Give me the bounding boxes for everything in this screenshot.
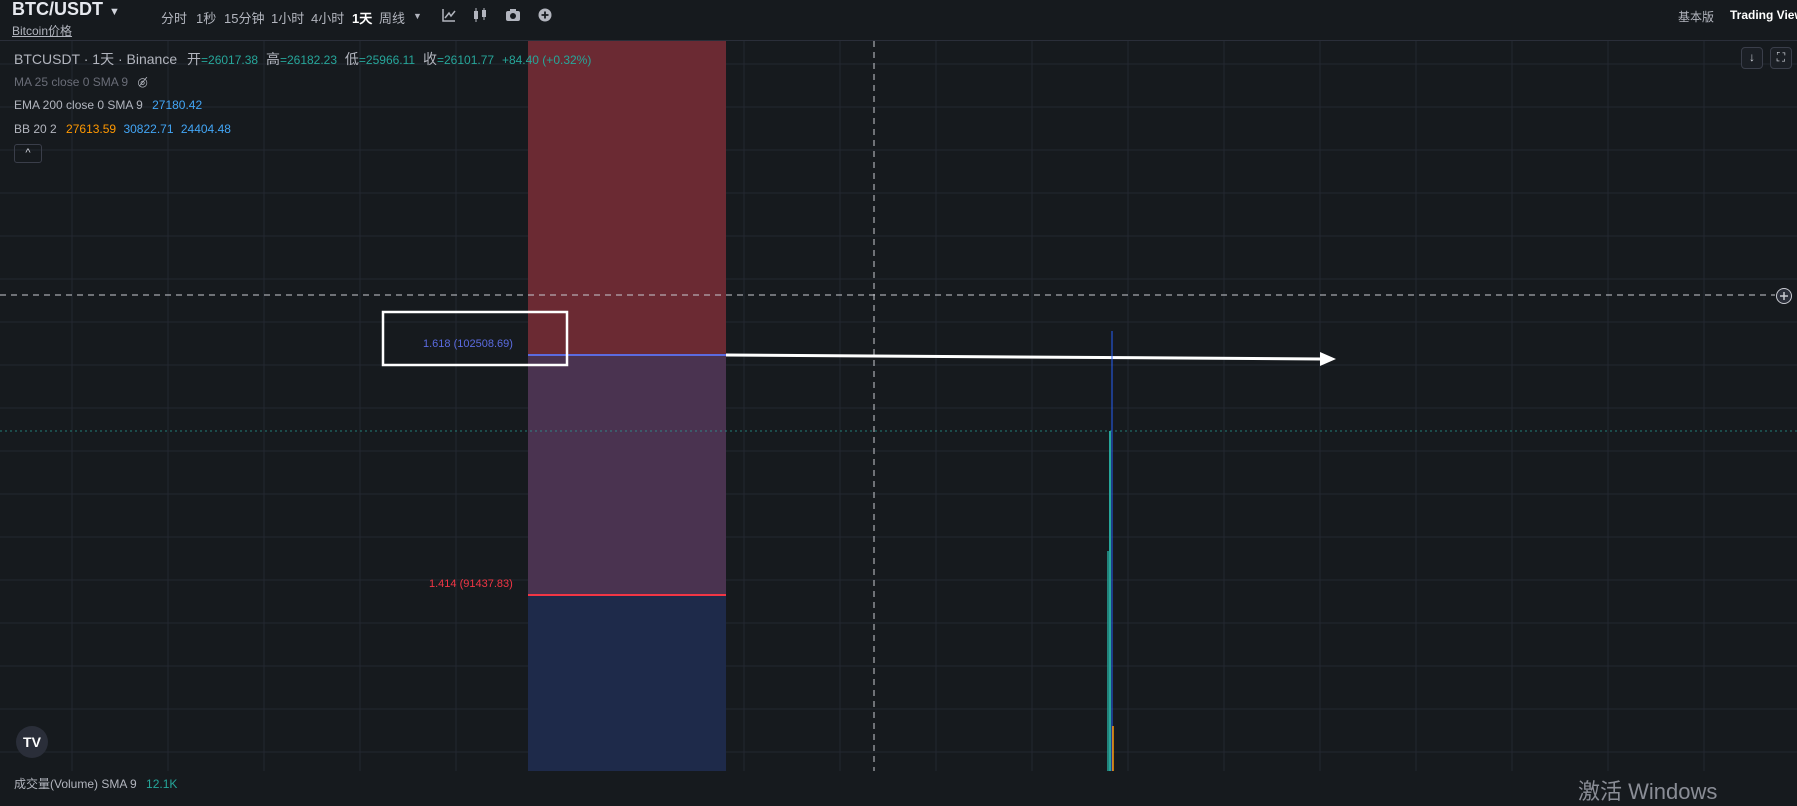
tradingview-logo-icon[interactable]: TV xyxy=(16,726,48,758)
timeframe-15m[interactable]: 15分钟 xyxy=(224,8,264,27)
high-value: =26182.23 xyxy=(279,53,338,67)
volume-value: 12.1K xyxy=(146,777,178,791)
fib-zone-red xyxy=(528,41,726,355)
fib-zone-purple xyxy=(528,355,726,595)
symbol-selector[interactable]: BTC/USDT ▼ xyxy=(12,0,120,20)
annotation-arrow xyxy=(725,353,1323,361)
bb-mid-value: 27613.59 xyxy=(66,122,117,136)
plus-icon[interactable] xyxy=(536,6,554,24)
timeframe-tick[interactable]: 分时 xyxy=(161,8,187,27)
bb-lower-value: 24404.48 xyxy=(180,122,231,136)
timeframe-1h[interactable]: 1小时 xyxy=(271,8,304,27)
trading-view-toggle[interactable]: Trading View xyxy=(1730,8,1797,22)
close-value: =26101.77 xyxy=(436,53,495,67)
ema-text: EMA 200 close 0 SMA 9 xyxy=(14,98,143,112)
volume-pane: 成交量(Volume) SMA 9 12.1K xyxy=(0,771,1797,793)
symbol-subtitle-link[interactable]: Bitcoin价格 xyxy=(12,22,72,39)
ema-legend[interactable]: EMA 200 close 0 SMA 9 27180.42 xyxy=(14,98,202,112)
low-value: =25966.11 xyxy=(358,53,416,67)
annotation-arrowhead xyxy=(1320,352,1336,366)
high-label: 高 xyxy=(265,51,280,67)
fib-zone-blue xyxy=(528,595,726,771)
close-label: 收 xyxy=(422,51,437,67)
bb-legend[interactable]: BB 20 2 27613.59 30822.71 24404.48 xyxy=(14,122,231,136)
chart-grid xyxy=(0,41,1797,771)
fullscreen-icon[interactable]: ⛶ xyxy=(1770,47,1792,69)
eye-off-icon[interactable]: ◎̸ xyxy=(137,75,147,89)
top-toolbar: BTC/USDT ▼ Bitcoin价格 分时 1秒 15分钟 1小时 4小时 1… xyxy=(0,0,1797,41)
timeframe-1s[interactable]: 1秒 xyxy=(196,8,216,27)
change-value: +84.40 (+0.32%) xyxy=(501,53,592,67)
ma-legend[interactable]: MA 25 close 0 SMA 9 ◎̸ xyxy=(14,75,148,89)
crosshair-plus-icon[interactable] xyxy=(1775,287,1793,305)
timeframe-dropdown-icon[interactable]: ▼ xyxy=(413,11,422,21)
caret-down-icon[interactable]: ▼ xyxy=(109,6,120,18)
camera-icon[interactable] xyxy=(504,6,522,24)
basic-version-toggle[interactable]: 基本版 xyxy=(1678,8,1714,25)
symbol-title: BTC/USDT xyxy=(12,0,103,19)
open-value: =26017.38 xyxy=(201,53,259,67)
price-chart[interactable] xyxy=(0,41,1797,771)
fib-label-1618: 1.618 (102508.69) xyxy=(423,338,513,350)
volume-legend: 成交量(Volume) SMA 9 12.1K xyxy=(14,775,177,792)
bb-upper-value: 30822.71 xyxy=(123,122,174,136)
chevron-up-icon[interactable]: ^ xyxy=(14,144,42,163)
windows-activation-watermark: 激活 Windows xyxy=(1578,779,1718,804)
low-label: 低 xyxy=(344,51,359,67)
indicator-icon[interactable] xyxy=(440,6,458,24)
ohlc-legend: BTCUSDT · 1天 · Binance 开=26017.38 高=2618… xyxy=(14,49,591,69)
volume-text: 成交量(Volume) SMA 9 xyxy=(14,777,137,791)
ema-value: 27180.42 xyxy=(152,98,203,112)
timeframe-4h[interactable]: 4小时 xyxy=(311,8,344,27)
open-label: 开 xyxy=(187,51,202,67)
fib-label-1414: 1.414 (91437.83) xyxy=(429,578,513,590)
timeframe-1d[interactable]: 1天 xyxy=(352,8,372,27)
timeframe-weekly[interactable]: 周线 xyxy=(379,8,405,27)
legend-pair: BTCUSDT · 1天 · Binance xyxy=(14,51,178,67)
arrow-down-icon[interactable]: ↓ xyxy=(1741,47,1763,69)
ma-text: MA 25 close 0 SMA 9 xyxy=(14,75,129,89)
candle-icon[interactable] xyxy=(471,6,489,24)
bb-text: BB 20 2 xyxy=(14,122,57,136)
